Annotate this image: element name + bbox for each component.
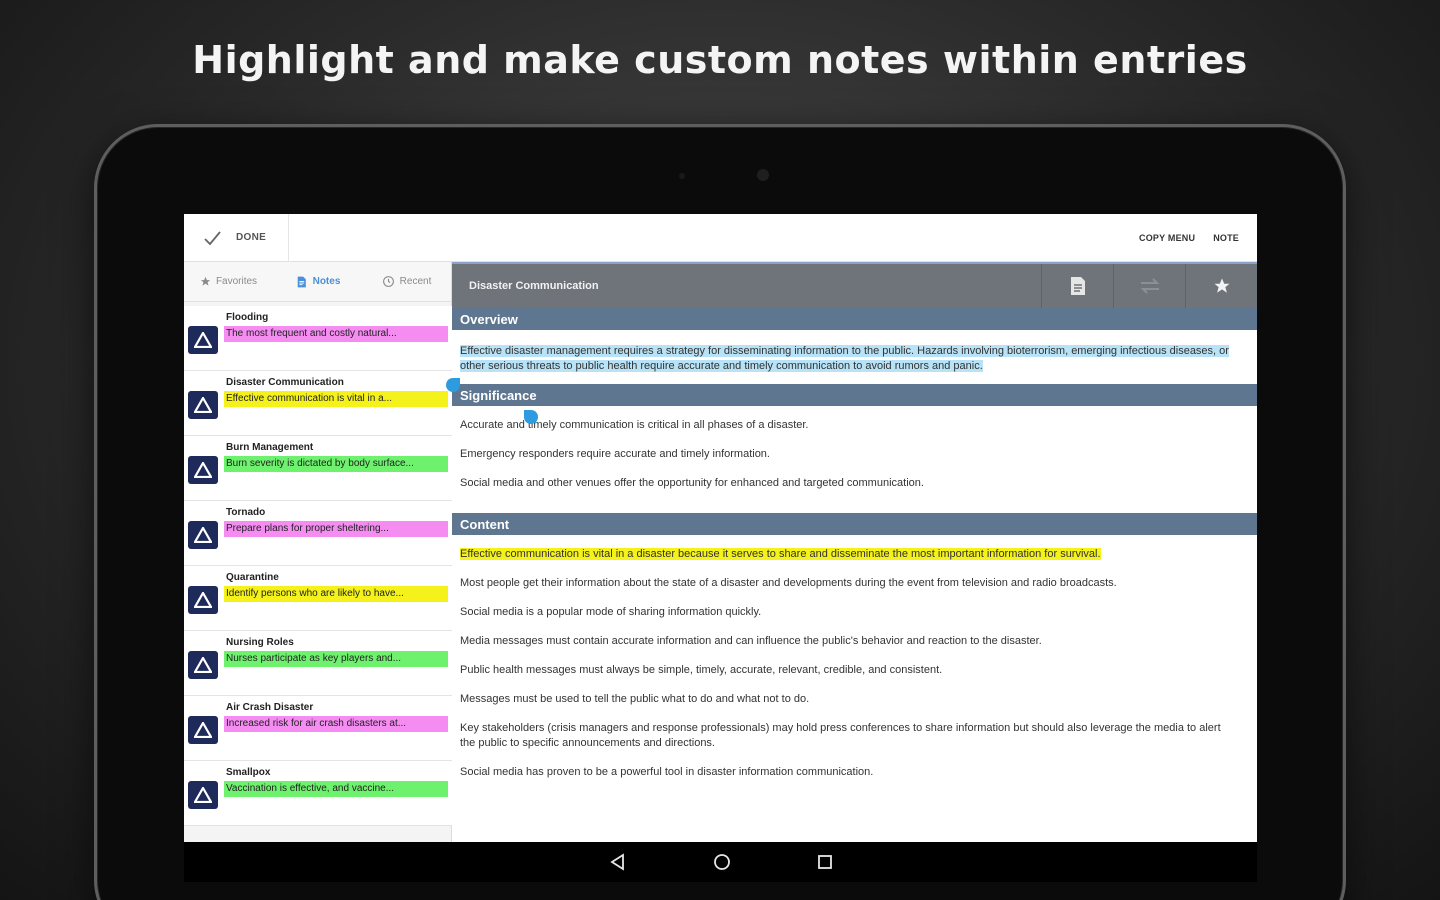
paragraph: Emergency responders require accurate an… [460, 448, 770, 460]
note-snippet: Nurses participate as key players and... [224, 651, 448, 667]
selected-text[interactable]: Effective disaster management requires a… [460, 345, 1229, 372]
done-button[interactable]: DONE [184, 214, 290, 262]
section-significance: Accurate and timely communication is cri… [452, 406, 1257, 513]
list-item[interactable]: Air Crash Disaster Increased risk for ai… [184, 696, 452, 761]
entry-header: Disaster Communication [452, 262, 1257, 308]
home-icon[interactable] [713, 853, 731, 871]
tab-favorites[interactable]: Favorites [184, 276, 273, 287]
warning-triangle-icon [188, 326, 218, 354]
headline: Highlight and make custom notes within e… [192, 38, 1248, 82]
warning-triangle-icon [188, 456, 218, 484]
section-heading-overview: Overview [452, 308, 1257, 330]
warning-triangle-icon [188, 586, 218, 614]
list-item[interactable]: Quarantine Identify persons who are like… [184, 566, 452, 631]
paragraph: Messages must be used to tell the public… [460, 693, 810, 705]
sensor-dot [679, 173, 685, 179]
note-title: Flooding [226, 312, 269, 323]
warning-triangle-icon [188, 651, 218, 679]
highlighted-text[interactable]: Effective communication is vital in a di… [460, 548, 1101, 560]
tab-label: Notes [312, 276, 341, 287]
paragraph: Media messages must contain accurate inf… [460, 635, 1042, 647]
paragraph: Key stakeholders (crisis managers and re… [460, 722, 1221, 749]
note-snippet: Burn severity is dictated by body surfac… [224, 456, 448, 472]
app-screen: DONE COPY MENU NOTE Favorites Notes Rece… [184, 214, 1257, 882]
tab-bar: Favorites Notes Recent [184, 262, 451, 302]
note-snippet: Effective communication is vital in a... [224, 391, 448, 407]
entry-title: Disaster Communication [469, 280, 599, 292]
note-title: Quarantine [226, 572, 279, 583]
clock-icon [382, 276, 394, 287]
document-icon [1070, 277, 1085, 295]
note-snippet: Vaccination is effective, and vaccine... [224, 781, 448, 797]
notes-list: Flooding The most frequent and costly na… [184, 306, 452, 826]
recents-icon[interactable] [817, 854, 833, 870]
tab-notes[interactable]: Notes [273, 275, 362, 289]
swap-button[interactable] [1113, 264, 1185, 308]
note-snippet: Increased risk for air crash disasters a… [224, 716, 448, 732]
note-title: Disaster Communication [226, 377, 344, 388]
note-snippet: Prepare plans for proper sheltering... [224, 521, 448, 537]
camera-icon [757, 169, 769, 181]
section-heading-content: Content [452, 513, 1257, 535]
warning-triangle-icon [188, 521, 218, 549]
list-item[interactable]: Burn Management Burn severity is dictate… [184, 436, 452, 501]
section-content: Effective communication is vital in a di… [452, 535, 1257, 802]
star-icon [200, 276, 211, 286]
check-icon [204, 230, 221, 245]
paragraph: Social media has proven to be a powerful… [460, 766, 874, 778]
list-item[interactable]: Smallpox Vaccination is effective, and v… [184, 761, 452, 826]
paragraph: Social media is a popular mode of sharin… [460, 606, 762, 618]
paragraph: Social media and other venues offer the … [460, 477, 924, 489]
note-title: Nursing Roles [226, 637, 294, 648]
warning-triangle-icon [188, 716, 218, 744]
tab-label: Favorites [215, 276, 258, 287]
star-icon [1214, 278, 1229, 293]
warning-triangle-icon [188, 391, 218, 419]
back-icon[interactable] [609, 853, 627, 871]
note-title: Air Crash Disaster [226, 702, 314, 713]
list-item[interactable]: Tornado Prepare plans for proper shelter… [184, 501, 452, 566]
selection-end-handle[interactable] [524, 410, 538, 424]
list-item[interactable]: Nursing Roles Nurses participate as key … [184, 631, 452, 696]
note-title: Burn Management [226, 442, 314, 453]
notes-icon [297, 276, 306, 287]
paragraph: Public health messages must always be si… [460, 664, 943, 676]
note-title: Tornado [226, 507, 266, 518]
list-item[interactable]: Disaster Communication Effective communi… [184, 371, 452, 436]
note-snippet: Identify persons who are likely to have.… [224, 586, 448, 602]
action-bar: DONE COPY MENU NOTE [184, 214, 1257, 262]
system-nav-bar [184, 842, 1257, 882]
paragraph: Accurate and timely communication is cri… [460, 419, 809, 431]
note-document-button[interactable] [1041, 264, 1113, 308]
note-snippet: The most frequent and costly natural... [224, 326, 448, 342]
section-heading-significance: Significance [452, 384, 1257, 406]
section-overview: Effective disaster management requires a… [452, 330, 1257, 384]
selection-start-handle[interactable] [446, 378, 460, 392]
tab-recent[interactable]: Recent [362, 275, 451, 288]
warning-triangle-icon [188, 781, 218, 809]
favorite-button[interactable] [1185, 264, 1257, 308]
copy-menu-button[interactable]: COPY MENU [1139, 233, 1195, 243]
note-button[interactable]: NOTE [1213, 233, 1239, 243]
paragraph: Most people get their information about … [460, 577, 1117, 589]
list-item[interactable]: Flooding The most frequent and costly na… [184, 306, 452, 371]
done-label: DONE [236, 232, 267, 243]
notes-panel: Favorites Notes Recent Flooding The most… [184, 262, 452, 842]
entry-detail: Disaster Communication Overview Effectiv… [452, 262, 1257, 842]
note-title: Smallpox [226, 767, 271, 778]
swap-arrows-icon [1140, 278, 1159, 294]
tab-label: Recent [399, 276, 432, 287]
